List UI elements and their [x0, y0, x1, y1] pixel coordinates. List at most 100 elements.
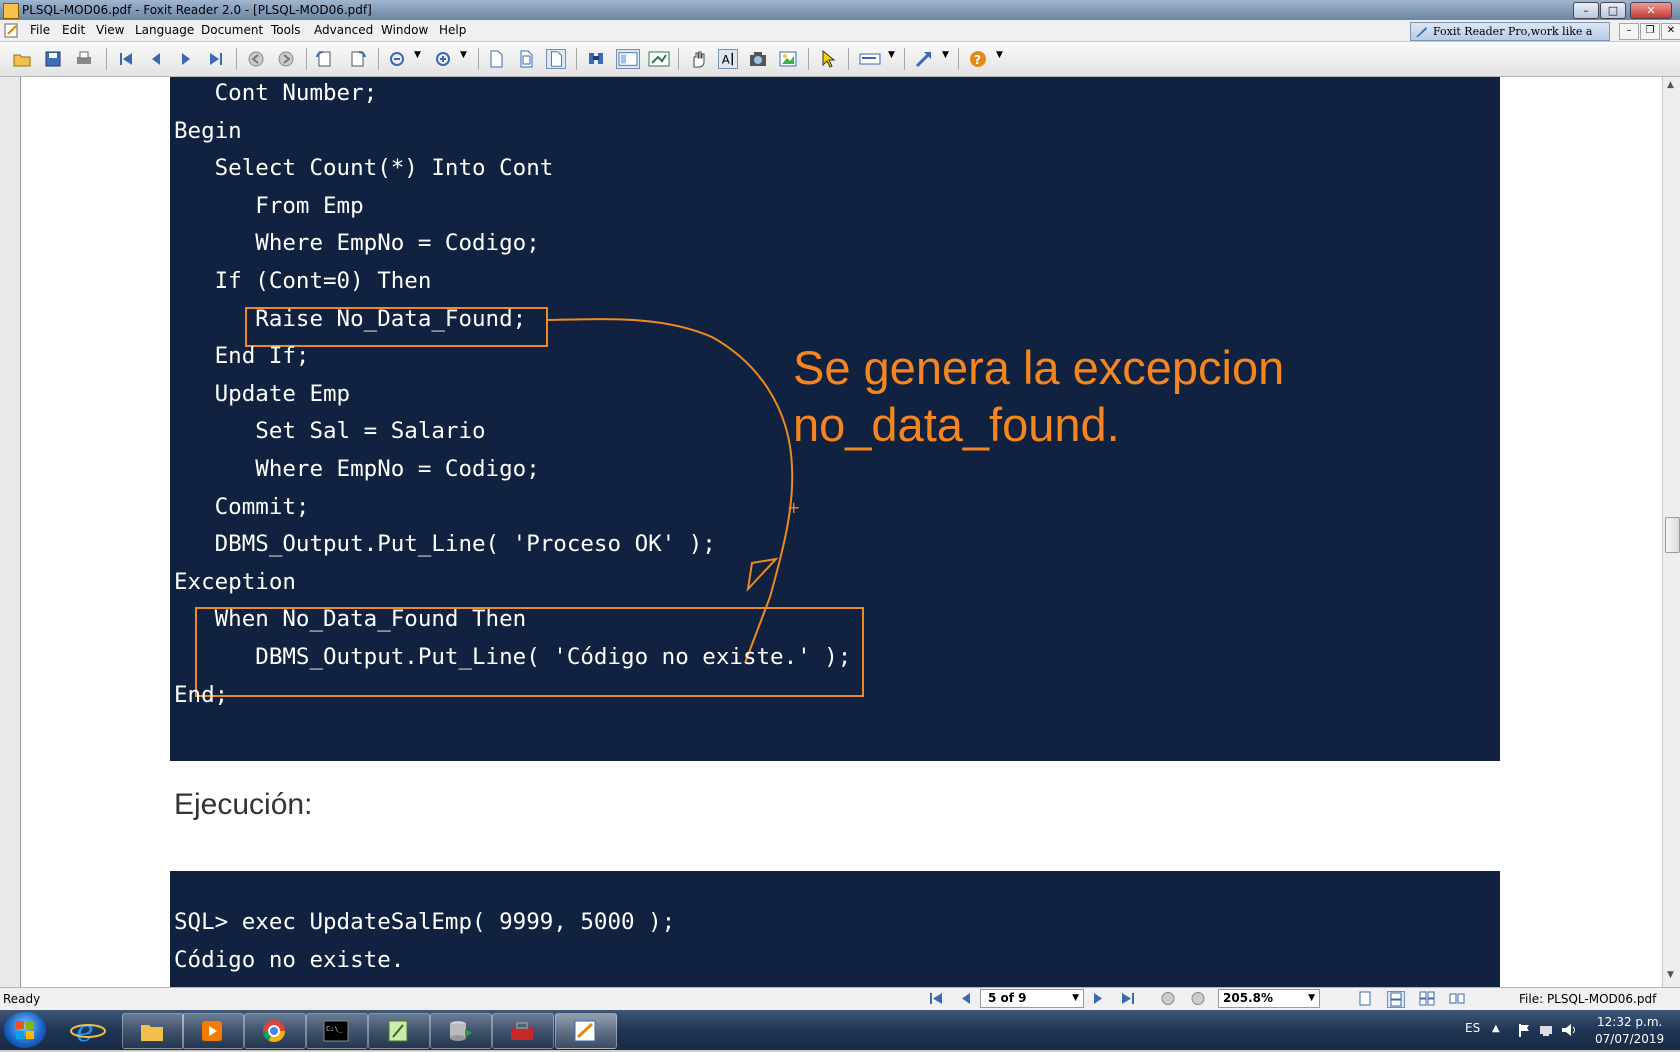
- zoom-out-dropdown-icon[interactable]: ▼: [414, 50, 421, 60]
- actual-size-icon[interactable]: [486, 49, 506, 69]
- snapshot-icon[interactable]: [647, 49, 671, 69]
- page-number-field[interactable]: 5 of 9 ▼: [980, 989, 1084, 1008]
- volume-icon[interactable]: [1560, 1022, 1578, 1038]
- bookmark-panel-icon[interactable]: [616, 49, 640, 69]
- status-last-page-icon[interactable]: [1120, 991, 1136, 1006]
- minimize-button[interactable]: –: [1573, 2, 1599, 19]
- status-forward-icon[interactable]: [1190, 991, 1206, 1006]
- single-page-icon[interactable]: [1357, 991, 1373, 1006]
- image-icon[interactable]: [778, 49, 798, 69]
- zoom-in-icon[interactable]: [434, 49, 454, 69]
- menu-advanced[interactable]: Advanced: [314, 23, 373, 37]
- document-menu-icon[interactable]: [4, 23, 20, 38]
- code-line: Begin: [174, 117, 242, 144]
- code-line: Set Sal = Salario: [174, 418, 486, 445]
- clock-date[interactable]: 07/07/2019: [1595, 1032, 1664, 1046]
- toolbar-separator: [848, 48, 849, 70]
- taskbar-foxit-reader[interactable]: [555, 1013, 617, 1049]
- annotation-line-1: Se genera la excepcion: [793, 341, 1285, 394]
- help-dropdown-icon[interactable]: ▼: [996, 50, 1003, 60]
- taskbar-chrome[interactable]: [244, 1013, 306, 1049]
- navigation-panel-gutter[interactable]: [0, 77, 21, 987]
- zoom-in-dropdown-icon[interactable]: ▼: [460, 50, 467, 60]
- start-button[interactable]: [4, 1012, 46, 1048]
- taskbar-database[interactable]: [430, 1013, 492, 1049]
- code-line: From Emp: [174, 192, 364, 219]
- camera-icon[interactable]: [748, 49, 768, 69]
- print-icon[interactable]: [74, 49, 94, 69]
- menu-tools[interactable]: Tools: [271, 23, 301, 37]
- menu-edit[interactable]: Edit: [62, 23, 85, 37]
- status-back-icon[interactable]: [1160, 991, 1176, 1006]
- close-button[interactable]: ✕: [1630, 2, 1672, 19]
- zoom-level-field[interactable]: 205.8% ▼: [1218, 989, 1320, 1008]
- find-icon[interactable]: [586, 49, 606, 69]
- taskbar-file-explorer[interactable]: [122, 1013, 184, 1049]
- forward-icon[interactable]: [276, 49, 296, 69]
- section-heading: Ejecución:: [174, 788, 313, 821]
- link-tool-icon[interactable]: [914, 49, 934, 69]
- help-icon[interactable]: ?: [968, 49, 988, 69]
- open-icon[interactable]: [12, 49, 32, 69]
- status-first-page-icon[interactable]: [928, 991, 944, 1006]
- toolbar: ▼ ▼ A ▼ ▼ ? ▼: [0, 42, 1680, 77]
- page-number-value: 5 of 9: [988, 991, 1027, 1005]
- svg-text:e: e: [76, 1014, 94, 1046]
- scrollbar-thumb[interactable]: [1665, 517, 1680, 553]
- show-hidden-icons-icon[interactable]: ▲: [1492, 1023, 1500, 1034]
- execution-line: Código no existe.: [174, 946, 405, 973]
- title-bar: PLSQL-MOD06.pdf - Foxit Reader 2.0 - [PL…: [0, 0, 1680, 20]
- typewriter-dropdown-icon[interactable]: ▼: [888, 50, 895, 60]
- continuous-page-icon[interactable]: [1387, 991, 1405, 1008]
- foxit-app-icon: [3, 3, 19, 19]
- taskbar-toolbox[interactable]: [492, 1013, 554, 1049]
- zoom-dropdown-icon[interactable]: ▼: [1308, 990, 1315, 1007]
- rotate-right-icon[interactable]: [347, 49, 367, 69]
- menu-document[interactable]: Document: [201, 23, 263, 37]
- prev-page-icon[interactable]: [146, 49, 166, 69]
- scroll-up-icon[interactable]: ▲: [1667, 80, 1674, 90]
- next-page-icon[interactable]: [176, 49, 196, 69]
- menu-language[interactable]: Language: [135, 23, 194, 37]
- rotate-left-icon[interactable]: [315, 49, 335, 69]
- maximize-button[interactable]: □: [1600, 2, 1626, 19]
- menu-file[interactable]: File: [30, 23, 50, 37]
- promo-banner[interactable]: Foxit Reader Pro,work like a pro!: [1410, 22, 1610, 55]
- doc-restore-button[interactable]: ❐: [1640, 23, 1660, 40]
- link-dropdown-icon[interactable]: ▼: [942, 50, 949, 60]
- typewriter-icon[interactable]: [858, 49, 884, 69]
- clock-time[interactable]: 12:32 p.m.: [1597, 1015, 1662, 1029]
- menu-help[interactable]: Help: [439, 23, 466, 37]
- status-prev-page-icon[interactable]: [958, 991, 974, 1006]
- text-select-icon[interactable]: A: [718, 49, 738, 69]
- select-arrow-icon[interactable]: [818, 49, 838, 69]
- back-icon[interactable]: [246, 49, 266, 69]
- fit-width-icon[interactable]: [546, 49, 566, 69]
- doc-close-button[interactable]: ✕: [1661, 23, 1680, 40]
- file-explorer-icon: [141, 1025, 163, 1041]
- page-dropdown-icon[interactable]: ▼: [1072, 990, 1079, 1007]
- windows-logo-icon: [16, 1021, 34, 1039]
- facing-page-icon[interactable]: [1419, 991, 1435, 1006]
- zoom-out-icon[interactable]: [388, 49, 408, 69]
- action-center-flag-icon[interactable]: [1516, 1022, 1532, 1038]
- code-line: Commit;: [174, 493, 310, 520]
- scroll-down-icon[interactable]: ▼: [1667, 970, 1674, 980]
- last-page-icon[interactable]: [206, 49, 226, 69]
- network-icon[interactable]: [1538, 1022, 1554, 1038]
- continuous-facing-icon[interactable]: [1449, 991, 1465, 1006]
- hand-tool-icon[interactable]: [688, 49, 708, 69]
- vertical-scrollbar[interactable]: ▲ ▼: [1662, 77, 1680, 987]
- save-icon[interactable]: [43, 49, 63, 69]
- language-indicator[interactable]: ES: [1465, 1021, 1480, 1035]
- menu-window[interactable]: Window: [381, 23, 428, 37]
- menu-view[interactable]: View: [96, 23, 124, 37]
- status-next-page-icon[interactable]: [1090, 991, 1106, 1006]
- first-page-icon[interactable]: [116, 49, 136, 69]
- taskbar-media-player[interactable]: [182, 1013, 244, 1049]
- taskbar-editor[interactable]: [368, 1013, 430, 1049]
- fit-page-icon[interactable]: [516, 49, 536, 69]
- taskbar-command-prompt[interactable]: C:\_: [306, 1013, 368, 1049]
- internet-explorer-icon[interactable]: e: [68, 1014, 108, 1046]
- doc-minimize-button[interactable]: –: [1619, 23, 1639, 40]
